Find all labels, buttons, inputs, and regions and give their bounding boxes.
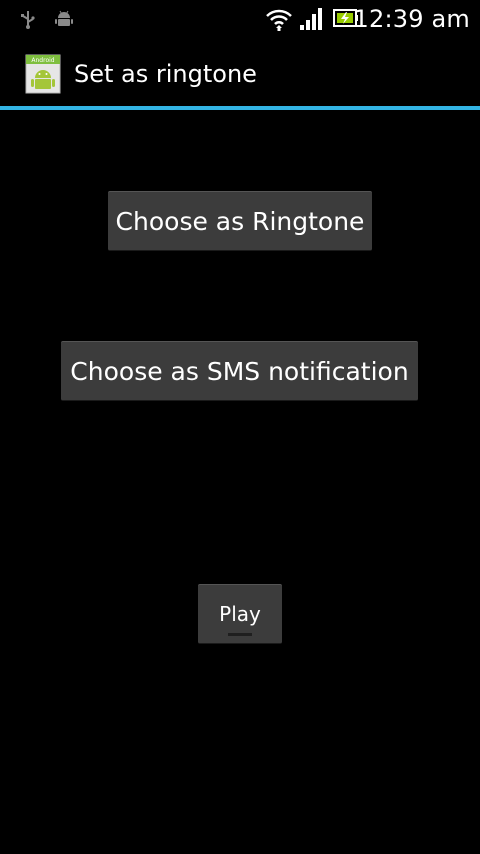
play-label: Play	[219, 602, 261, 626]
signal-icon	[299, 7, 323, 35]
play-button[interactable]: Play	[198, 584, 282, 644]
choose-ringtone-label: Choose as Ringtone	[115, 206, 365, 236]
choose-ringtone-button[interactable]: Choose as Ringtone	[108, 191, 372, 251]
action-bar: Android Set as ringtone	[0, 38, 480, 106]
usb-icon	[18, 9, 38, 33]
choose-sms-notification-button[interactable]: Choose as SMS notification	[61, 341, 418, 401]
android-debug-icon	[54, 9, 74, 33]
page-title: Set as ringtone	[74, 60, 257, 88]
play-button-indicator	[228, 633, 252, 636]
android-app-icon[interactable]: Android	[25, 54, 61, 94]
app-icon-label: Android	[31, 57, 54, 64]
clock: 12:39 am	[353, 5, 470, 33]
wifi-icon	[265, 6, 293, 36]
action-bar-divider	[0, 106, 480, 110]
status-bar: 12:39 am	[0, 0, 480, 38]
choose-sms-notification-label: Choose as SMS notification	[70, 356, 409, 386]
app-screen: 12:39 am Android Set as ringtone Choose …	[0, 0, 480, 854]
